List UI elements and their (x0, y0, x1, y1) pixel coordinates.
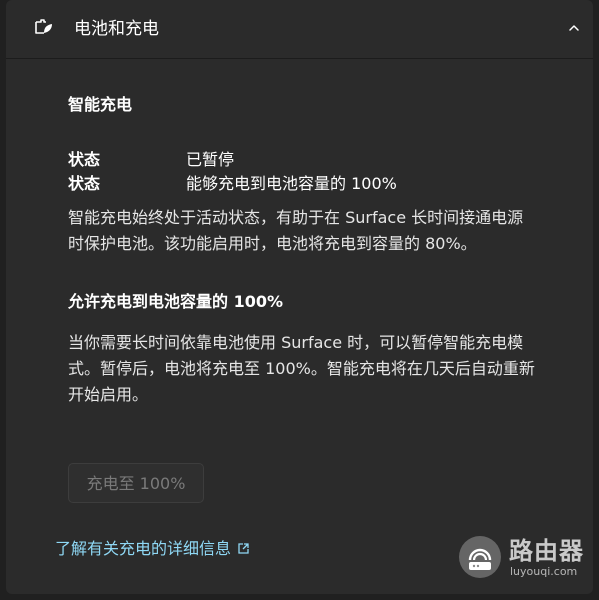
allow-full-charge-description: 当你需要长时间依靠电池使用 Surface 时，可以暂停智能充电模式。暂停后，电… (68, 333, 535, 404)
status-label: 状态 (68, 174, 101, 193)
watermark-subtitle: luyouqi.com (510, 565, 578, 578)
chevron-up-icon[interactable] (567, 20, 581, 34)
status-value: 已暂停 (186, 150, 235, 169)
learn-more-label: 了解有关充电的详细信息 (55, 539, 232, 558)
charge-to-100-button[interactable]: 充电至 100% (68, 463, 204, 503)
status-row: 状态 能够充电到电池容量的 100% (68, 172, 538, 196)
router-logo-icon (459, 536, 501, 578)
status-row: 状态 已暂停 (68, 148, 538, 172)
watermark: 路由器 luyouqi.com (457, 535, 593, 585)
smart-charging-description: 智能充电始终处于活动状态，有助于在 Surface 长时间接通电源时保护电池。该… (68, 208, 524, 253)
watermark-title: 路由器 (509, 537, 584, 565)
battery-leaf-icon (32, 16, 54, 38)
battery-charging-header[interactable]: 电池和充电 (6, 0, 593, 59)
status-value: 能够充电到电池容量的 100% (186, 174, 397, 193)
learn-more-link[interactable]: 了解有关充电的详细信息 (55, 538, 250, 560)
status-label: 状态 (68, 150, 101, 169)
smart-charging-content: 智能充电 状态 已暂停 状态 能够充电到电池容量的 100% 智能充电始终处于活… (68, 94, 538, 408)
smart-charging-title: 智能充电 (68, 95, 133, 114)
allow-full-charge-title: 允许充电到电池容量的 100% (68, 292, 284, 311)
section-title: 电池和充电 (74, 19, 159, 39)
external-link-icon (237, 539, 250, 554)
window: 电池和充电 智能充电 状态 已暂停 状态 能够充电到电池容量的 100% 智能充… (0, 0, 599, 600)
